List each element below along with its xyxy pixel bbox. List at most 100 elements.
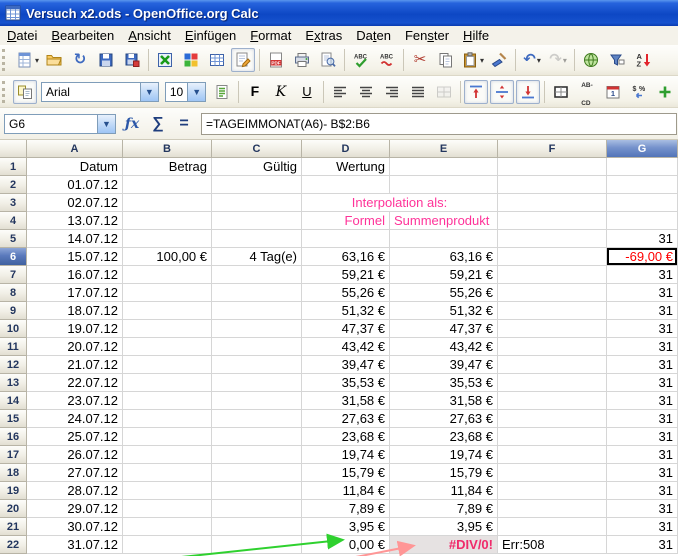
cell-a16[interactable]: 25.07.12	[27, 428, 123, 446]
cell-b16[interactable]	[123, 428, 212, 446]
menu-format[interactable]: Format	[243, 27, 298, 44]
cell-g8[interactable]: 31	[607, 284, 678, 302]
cell-c7[interactable]	[212, 266, 302, 284]
cell-e17[interactable]: 19,74 €	[390, 446, 498, 464]
new-document-button[interactable]: ▾	[15, 48, 40, 72]
font-size-combo[interactable]: 10▼	[165, 82, 206, 102]
cell-e6[interactable]: 63,16 €	[390, 248, 498, 266]
paste-button[interactable]: ▾	[460, 48, 485, 72]
cell-c11[interactable]	[212, 338, 302, 356]
cell-f19[interactable]	[498, 482, 607, 500]
cell-b15[interactable]	[123, 410, 212, 428]
cell-d12[interactable]: 39,47 €	[302, 356, 390, 374]
cell-c2[interactable]	[212, 176, 302, 194]
dropdown-caret[interactable]: ▾	[563, 56, 567, 65]
font-name-dropdown[interactable]: ▼	[140, 83, 158, 101]
cell-d16[interactable]: 23,68 €	[302, 428, 390, 446]
cell-a22[interactable]: 31.07.12	[27, 536, 123, 554]
cell-c10[interactable]	[212, 320, 302, 338]
number-format-standard-button[interactable]: AB-CD	[575, 80, 599, 104]
column-header-d[interactable]: D	[302, 140, 390, 158]
cell-c5[interactable]	[212, 230, 302, 248]
row-header-9[interactable]: 9	[0, 302, 27, 320]
cell-c6[interactable]: 4 Tag(e)	[212, 248, 302, 266]
align-left-button[interactable]	[328, 80, 352, 104]
cell-d11[interactable]: 43,42 €	[302, 338, 390, 356]
cell-d19[interactable]: 11,84 €	[302, 482, 390, 500]
row-header-14[interactable]: 14	[0, 392, 27, 410]
cell-f1[interactable]	[498, 158, 607, 176]
copy-button[interactable]	[434, 48, 458, 72]
underline-button[interactable]: U	[295, 80, 319, 104]
cell-e16[interactable]: 23,68 €	[390, 428, 498, 446]
name-box-dropdown[interactable]: ▼	[97, 115, 115, 133]
edit-file-button[interactable]	[231, 48, 255, 72]
cell-b11[interactable]	[123, 338, 212, 356]
row-header-12[interactable]: 12	[0, 356, 27, 374]
cell-f2[interactable]	[498, 176, 607, 194]
align-bottom-button[interactable]	[516, 80, 540, 104]
cell-f3[interactable]	[498, 194, 607, 212]
row-header-2[interactable]: 2	[0, 176, 27, 194]
row-header-15[interactable]: 15	[0, 410, 27, 428]
cell-b5[interactable]	[123, 230, 212, 248]
cell-c21[interactable]	[212, 518, 302, 536]
cell-c19[interactable]	[212, 482, 302, 500]
cell-b3[interactable]	[123, 194, 212, 212]
number-format-currency-button[interactable]: $%	[627, 80, 651, 104]
align-top-button[interactable]	[464, 80, 488, 104]
align-vcenter-button[interactable]	[490, 80, 514, 104]
export-pdf-button[interactable]: PDF	[264, 48, 288, 72]
cell-e13[interactable]: 35,53 €	[390, 374, 498, 392]
cell-f20[interactable]	[498, 500, 607, 518]
cell-e21[interactable]: 3,95 €	[390, 518, 498, 536]
row-header-4[interactable]: 4	[0, 212, 27, 230]
cell-d20[interactable]: 7,89 €	[302, 500, 390, 518]
cell-a12[interactable]: 21.07.12	[27, 356, 123, 374]
cell-c3[interactable]	[212, 194, 302, 212]
name-box[interactable]: G6 ▼	[4, 114, 116, 134]
save-button[interactable]	[94, 48, 118, 72]
cell-b6[interactable]: 100,00 €	[123, 248, 212, 266]
cell-e5[interactable]	[390, 230, 498, 248]
cell-a4[interactable]: 13.07.12	[27, 212, 123, 230]
gallery-button[interactable]	[179, 48, 203, 72]
row-header-18[interactable]: 18	[0, 464, 27, 482]
cell-b21[interactable]	[123, 518, 212, 536]
row-header-22[interactable]: 22	[0, 536, 27, 554]
cell-g2[interactable]	[607, 176, 678, 194]
cell-c8[interactable]	[212, 284, 302, 302]
cell-g20[interactable]: 31	[607, 500, 678, 518]
cell-d9[interactable]: 51,32 €	[302, 302, 390, 320]
cell-d14[interactable]: 31,58 €	[302, 392, 390, 410]
cell-a18[interactable]: 27.07.12	[27, 464, 123, 482]
cell-a20[interactable]: 29.07.12	[27, 500, 123, 518]
cell-f11[interactable]	[498, 338, 607, 356]
row-header-11[interactable]: 11	[0, 338, 27, 356]
cell-c20[interactable]	[212, 500, 302, 518]
cell-a5[interactable]: 14.07.12	[27, 230, 123, 248]
cell-a3[interactable]: 02.07.12	[27, 194, 123, 212]
cell-f13[interactable]	[498, 374, 607, 392]
cell-g12[interactable]: 31	[607, 356, 678, 374]
cell-g11[interactable]: 31	[607, 338, 678, 356]
cell-a17[interactable]: 26.07.12	[27, 446, 123, 464]
cell-g1[interactable]	[607, 158, 678, 176]
cell-d8[interactable]: 55,26 €	[302, 284, 390, 302]
cell-a19[interactable]: 28.07.12	[27, 482, 123, 500]
cell-g16[interactable]: 31	[607, 428, 678, 446]
cell-c9[interactable]	[212, 302, 302, 320]
cell-g3[interactable]	[607, 194, 678, 212]
cell-e2[interactable]	[390, 176, 498, 194]
page-preview-button[interactable]	[316, 48, 340, 72]
cell-f10[interactable]	[498, 320, 607, 338]
cell-f16[interactable]	[498, 428, 607, 446]
align-right-button[interactable]	[380, 80, 404, 104]
cell-d6[interactable]: 63,16 €	[302, 248, 390, 266]
font-size-dropdown[interactable]: ▼	[187, 83, 205, 101]
column-header-g[interactable]: G	[607, 140, 678, 158]
row-header-13[interactable]: 13	[0, 374, 27, 392]
borders-button[interactable]	[549, 80, 573, 104]
row-header-17[interactable]: 17	[0, 446, 27, 464]
sum-button[interactable]: ∑	[145, 112, 171, 136]
